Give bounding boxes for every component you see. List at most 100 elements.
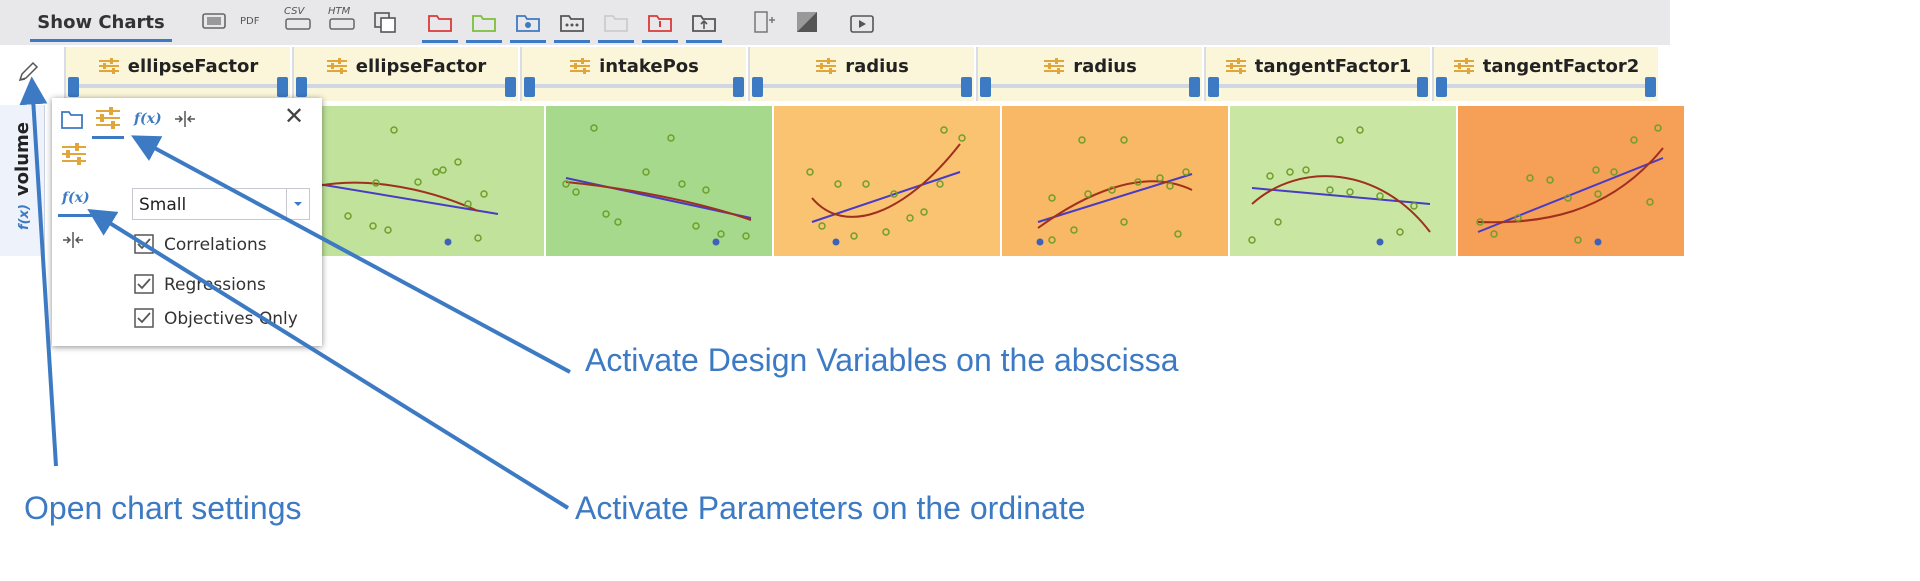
column-header[interactable]: tangentFactor2: [1432, 47, 1658, 101]
column-label: radius: [1073, 56, 1137, 77]
sliders-icon: [1225, 58, 1246, 74]
annotation-design-variables: Activate Design Variables on the absciss…: [585, 342, 1179, 378]
fx-icon: f(x): [17, 204, 32, 230]
column-label: intakePos: [599, 56, 699, 77]
duplicate-icon[interactable]: [372, 10, 400, 34]
close-icon[interactable]: ✕: [284, 102, 304, 130]
column-title: ellipseFactor: [294, 56, 518, 77]
range-handle-min[interactable]: [68, 77, 79, 97]
chart-settings-panel: f(x) ✕ f(x) Small Correlations Regressio…: [52, 98, 322, 346]
annotation-chart-settings: Open chart settings: [24, 490, 302, 526]
pdf-export-button[interactable]: PDF: [240, 16, 268, 40]
range-track: [756, 84, 968, 88]
star-folder-icon[interactable]: [510, 10, 546, 43]
split-icon[interactable]: [60, 230, 86, 255]
range-track: [300, 84, 512, 88]
range-handle-min[interactable]: [752, 77, 763, 97]
chart-size-select[interactable]: Small: [132, 188, 310, 220]
checkbox-checked-icon: [134, 234, 154, 254]
toggle-indicator: [598, 40, 634, 43]
contrast-icon[interactable]: [794, 10, 822, 34]
column-label: tangentFactor2: [1482, 56, 1640, 77]
design-variables-abscissa-icon[interactable]: [92, 106, 124, 139]
csv-export-button[interactable]: CSV: [284, 6, 312, 30]
htm-label: HTM: [328, 6, 351, 17]
toggle-indicator: [686, 40, 722, 43]
column-header[interactable]: intakePos: [520, 47, 746, 101]
fx-label: f(x): [62, 190, 90, 206]
upload-folder-icon[interactable]: [686, 10, 722, 43]
range-handle-min[interactable]: [1208, 77, 1219, 97]
sliders-icon: [1453, 58, 1474, 74]
plot-row: [317, 106, 1684, 256]
column-label: radius: [845, 56, 909, 77]
checkbox-checked-icon: [134, 274, 154, 294]
column-title: ellipseFactor: [66, 56, 290, 77]
add-page-icon[interactable]: [750, 10, 778, 34]
green-folder-icon[interactable]: [466, 10, 502, 43]
scatter-cell[interactable]: [317, 106, 544, 256]
column-label: ellipseFactor: [127, 56, 259, 77]
toggle-indicator: [422, 40, 458, 43]
range-handle-max[interactable]: [277, 77, 288, 97]
selected-size: Small: [139, 195, 187, 215]
column-title: tangentFactor1: [1206, 56, 1430, 77]
scatter-cell[interactable]: [774, 106, 1000, 256]
range-handle-min[interactable]: [980, 77, 991, 97]
fx-abscissa-icon[interactable]: f(x): [134, 111, 162, 127]
scatter-cell[interactable]: [1458, 106, 1684, 256]
column-header[interactable]: radius: [976, 47, 1202, 101]
range-handle-max[interactable]: [1645, 77, 1656, 97]
active-indicator: [92, 136, 124, 139]
scatter-plot: [317, 106, 544, 256]
toggle-indicator: [554, 40, 590, 43]
chevron-down-icon: [286, 189, 309, 219]
design-variables-ordinate-icon[interactable]: [60, 142, 88, 175]
empty-folder-icon[interactable]: [598, 10, 634, 43]
screen-icon[interactable]: [200, 10, 228, 34]
range-handle-max[interactable]: [1189, 77, 1200, 97]
play-icon[interactable]: [848, 10, 876, 34]
split-icon[interactable]: [172, 109, 198, 134]
toggle-indicator: [466, 40, 502, 43]
scatter-plot: [1230, 106, 1456, 256]
tab-label: Show Charts: [37, 12, 165, 33]
folder-icon[interactable]: [60, 108, 84, 135]
dots-folder-icon[interactable]: [554, 10, 590, 43]
column-header[interactable]: tangentFactor1: [1204, 47, 1430, 101]
red-folder-icon[interactable]: [422, 10, 458, 43]
range-handle-min[interactable]: [1436, 77, 1447, 97]
range-handle-max[interactable]: [733, 77, 744, 97]
column-header[interactable]: ellipseFactor: [64, 47, 290, 101]
sliders-icon: [326, 58, 347, 74]
pencil-icon[interactable]: [14, 58, 42, 86]
column-title: radius: [750, 56, 974, 77]
range-handle-max[interactable]: [505, 77, 516, 97]
column-header-row: ellipseFactor ellipseFactor intakePos radiu…: [64, 47, 1670, 101]
scatter-cell[interactable]: [1230, 106, 1456, 256]
ordinate-label: f(x) volume: [12, 122, 33, 230]
range-handle-max[interactable]: [1417, 77, 1428, 97]
tab-show-charts[interactable]: Show Charts: [30, 6, 172, 42]
scatter-cell[interactable]: [546, 106, 772, 256]
sliders-icon: [1044, 58, 1065, 74]
range-handle-max[interactable]: [961, 77, 972, 97]
scatter-cell[interactable]: [1002, 106, 1228, 256]
range-track: [984, 84, 1196, 88]
alert-folder-icon[interactable]: [642, 10, 678, 43]
column-header[interactable]: ellipseFactor: [292, 47, 518, 101]
toggle-indicator: [510, 40, 546, 43]
tab-underline: [30, 39, 172, 42]
column-title: intakePos: [522, 56, 746, 77]
checkbox-label: Regressions: [164, 275, 266, 295]
column-header[interactable]: radius: [748, 47, 974, 101]
range-handle-min[interactable]: [524, 77, 535, 97]
sliders-icon: [816, 58, 837, 74]
range-track: [1440, 84, 1652, 88]
htm-export-button[interactable]: HTM: [328, 6, 356, 30]
parameters-ordinate-icon[interactable]: f(x): [58, 190, 92, 217]
range-handle-min[interactable]: [296, 77, 307, 97]
column-label: ellipseFactor: [355, 56, 487, 77]
column-title: radius: [978, 56, 1202, 77]
range-track: [528, 84, 740, 88]
